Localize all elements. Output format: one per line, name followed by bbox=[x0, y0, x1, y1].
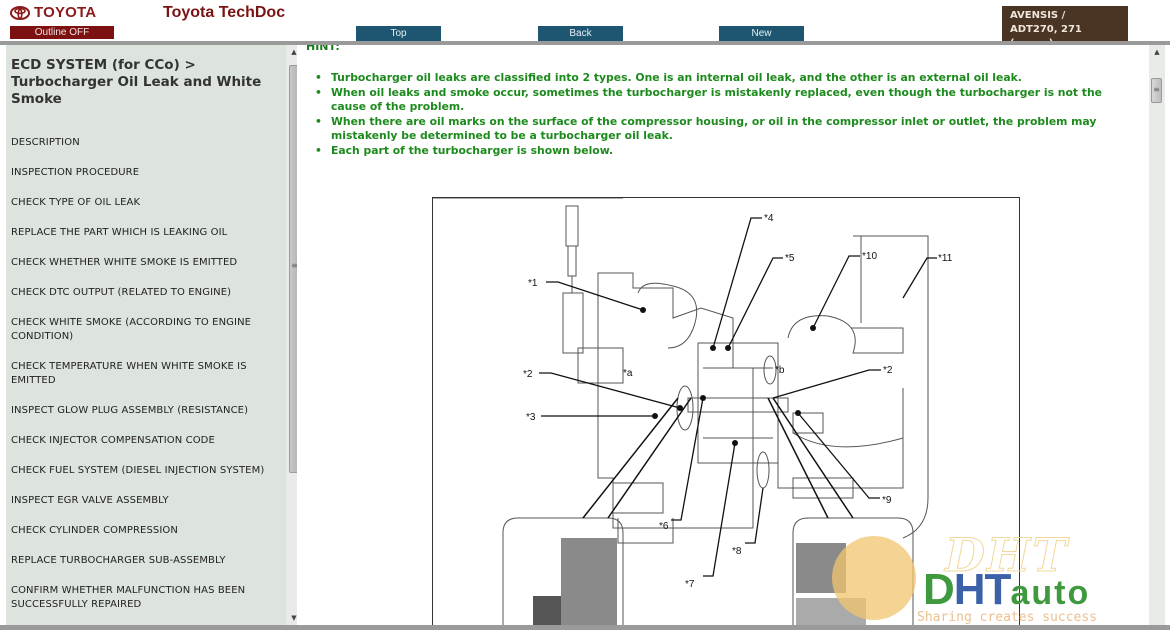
turbocharger-diagram: *1 *2 *3 *4 *5 *6 *7 *8 *9 *10 *11 *2 *a… bbox=[432, 197, 1020, 625]
inset-left-fill bbox=[561, 538, 617, 625]
toc-item[interactable]: CHECK TYPE OF OIL LEAK bbox=[11, 196, 287, 210]
document-content: HINT: Turbocharger oil leaks are classif… bbox=[297, 45, 1149, 625]
footer-divider bbox=[0, 625, 1170, 630]
callout-10: *10 bbox=[862, 251, 877, 262]
callout-b: *b bbox=[775, 365, 785, 376]
outline-toggle-button[interactable]: Outline OFF bbox=[10, 26, 114, 39]
toc-item[interactable]: REPLACE THE PART WHICH IS LEAKING OIL bbox=[11, 226, 287, 240]
brand-name: TOYOTA bbox=[34, 4, 97, 21]
vehicle-model: AVENSIS / bbox=[1010, 10, 1066, 21]
callout-a: *a bbox=[623, 368, 633, 379]
callout-1: *1 bbox=[528, 278, 538, 289]
content-scroll-thumb[interactable]: ≡ bbox=[1151, 78, 1162, 103]
callout-2-left: *2 bbox=[523, 369, 533, 380]
hint-item: Each part of the turbocharger is shown b… bbox=[315, 144, 1125, 159]
toc-item[interactable]: REPLACE TURBOCHARGER SUB-ASSEMBLY bbox=[11, 554, 287, 568]
outline-sidebar: ECD SYSTEM (for CCo) > Turbocharger Oil … bbox=[0, 45, 302, 628]
toc-item[interactable]: CHECK INJECTOR COMPENSATION CODE bbox=[11, 434, 287, 448]
callout-2-right: *2 bbox=[883, 365, 893, 376]
toc-item[interactable]: DESCRIPTION bbox=[11, 136, 287, 150]
new-button[interactable]: New bbox=[719, 26, 804, 41]
toc-item[interactable]: CONFIRM WHETHER MALFUNCTION HAS BEEN SUC… bbox=[11, 584, 287, 612]
content-scrollbar[interactable]: ▲ ≡ bbox=[1149, 45, 1165, 625]
outline-content: ECD SYSTEM (for CCo) > Turbocharger Oil … bbox=[11, 57, 287, 628]
vehicle-badge: AVENSIS / ADT270, 271 (.........) bbox=[1002, 6, 1128, 44]
back-button[interactable]: Back bbox=[538, 26, 623, 41]
toyota-emblem-icon bbox=[10, 5, 30, 20]
callout-5: *5 bbox=[785, 253, 795, 264]
callout-7: *7 bbox=[685, 579, 695, 590]
toc-item[interactable]: CHECK CYLINDER COMPRESSION bbox=[11, 524, 287, 538]
toc-item[interactable]: CHECK WHETHER WHITE SMOKE IS EMITTED bbox=[11, 256, 287, 270]
hint-list: Turbocharger oil leaks are classified in… bbox=[315, 71, 1125, 158]
hint-item: When there are oil marks on the surface … bbox=[315, 115, 1125, 144]
toc-item[interactable]: INSPECT GLOW PLUG ASSEMBLY (RESISTANCE) bbox=[11, 404, 287, 418]
toc-item[interactable]: CHECK FUEL SYSTEM (DIESEL INJECTION SYST… bbox=[11, 464, 287, 478]
toc-item[interactable]: INSPECT EGR VALVE ASSEMBLY bbox=[11, 494, 287, 508]
hint-label: HINT: bbox=[306, 45, 340, 53]
callout-11: *11 bbox=[938, 253, 953, 264]
toc-item[interactable]: CHECK TEMPERATURE WHEN WHITE SMOKE IS EM… bbox=[11, 360, 287, 388]
hint-item: Turbocharger oil leaks are classified in… bbox=[315, 71, 1125, 86]
callout-8: *8 bbox=[732, 546, 742, 557]
vehicle-code: ADT270, 271 bbox=[1010, 24, 1082, 35]
toc-item[interactable]: CHECK WHITE SMOKE (ACCORDING TO ENGINE C… bbox=[11, 316, 287, 344]
callout-4: *4 bbox=[764, 213, 774, 224]
watermark-circle bbox=[832, 536, 916, 620]
callout-6: *6 bbox=[659, 521, 669, 532]
callout-9: *9 bbox=[882, 495, 892, 506]
app-title: Toyota TechDoc bbox=[163, 4, 286, 21]
toc-item[interactable]: INSPECTION PROCEDURE bbox=[11, 166, 287, 180]
app-header: TOYOTA Outline OFF Toyota TechDoc Top Ba… bbox=[0, 0, 1170, 44]
section-heading: ECD SYSTEM (for CCo) > Turbocharger Oil … bbox=[11, 57, 262, 107]
turbocharger-illustration: *1 *2 *3 *4 *5 *6 *7 *8 *9 *10 *11 *2 *a… bbox=[433, 198, 953, 625]
grip-icon: ≡ bbox=[1153, 85, 1160, 94]
injector-part bbox=[565, 205, 579, 247]
toyota-logo: TOYOTA bbox=[10, 4, 96, 21]
hint-item: When oil leaks and smoke occur, sometime… bbox=[315, 86, 1125, 115]
scroll-up-icon[interactable]: ▲ bbox=[1149, 45, 1165, 59]
toc-item[interactable]: CHECK DTC OUTPUT (RELATED TO ENGINE) bbox=[11, 286, 287, 300]
toc-list: DESCRIPTION INSPECTION PROCEDURE CHECK TYP… bbox=[11, 136, 287, 612]
top-button[interactable]: Top bbox=[356, 26, 441, 41]
callout-3: *3 bbox=[526, 412, 536, 423]
